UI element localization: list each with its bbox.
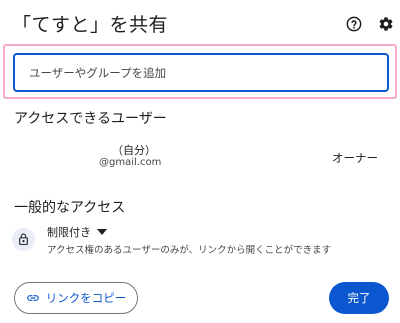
caret-down-icon (97, 229, 107, 235)
user-row-owner: （自分） @gmail.com オーナー (0, 138, 400, 172)
add-people-input[interactable] (13, 53, 389, 92)
dialog-title: 「てすと」を共有 (12, 14, 169, 36)
done-button[interactable]: 完了 (329, 282, 389, 314)
lock-icon (19, 233, 28, 245)
people-with-access-heading: アクセスできるユーザー (14, 111, 167, 127)
help-button[interactable] (344, 14, 364, 34)
link-icon (26, 295, 39, 301)
general-access-selected: 制限付き (47, 226, 91, 239)
user-email: @gmail.com (99, 157, 162, 168)
general-access-description: アクセス権のあるユーザーのみが、リンクから開くことができます (47, 245, 332, 256)
lock-badge (12, 228, 35, 251)
help-circle-icon (346, 16, 362, 32)
done-label: 完了 (347, 291, 371, 305)
general-access-heading: 一般的なアクセス (14, 200, 126, 216)
copy-link-button[interactable]: リンクをコピー (14, 282, 138, 314)
general-access-dropdown[interactable]: 制限付き (47, 224, 107, 240)
copy-link-label: リンクをコピー (45, 291, 127, 305)
user-name: （自分） (112, 144, 156, 157)
gear-icon (379, 17, 393, 31)
settings-button[interactable] (376, 14, 396, 34)
user-role: オーナー (332, 151, 378, 165)
